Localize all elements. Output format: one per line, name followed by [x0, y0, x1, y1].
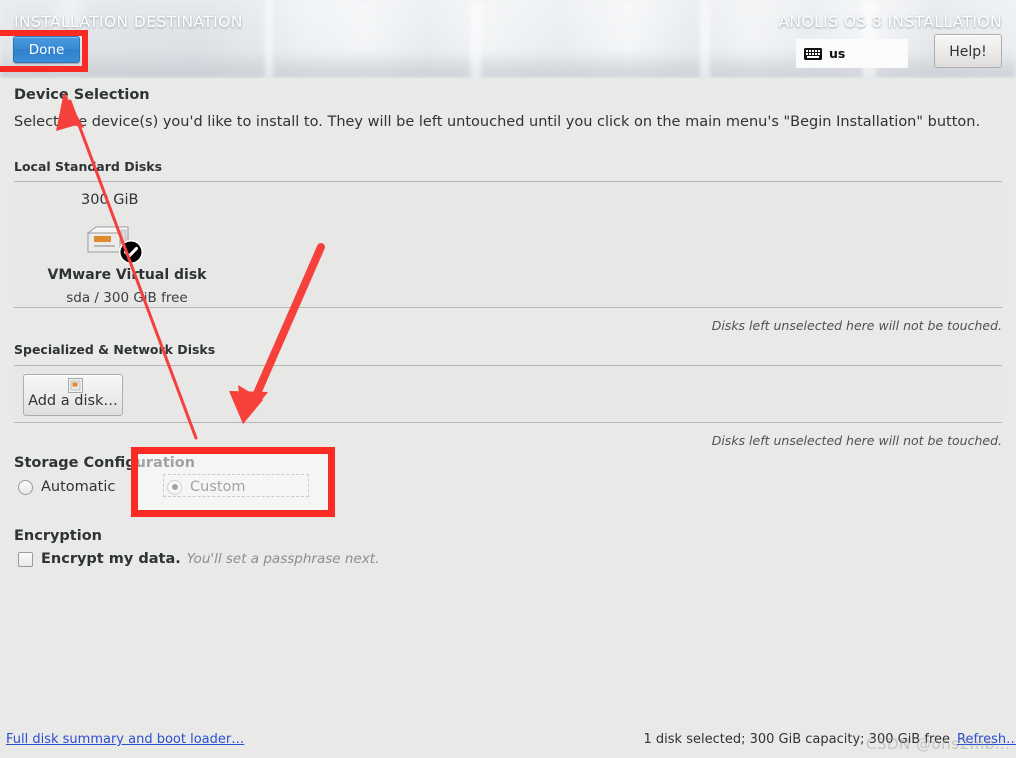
keyboard-layout-indicator[interactable]: us — [796, 39, 908, 68]
disk-name: VMware Virtual disk — [47, 267, 207, 283]
header-streak — [470, 0, 482, 78]
specialized-disks-note: Disks left unselected here will not be t… — [711, 433, 1002, 448]
installer-header: INSTALLATION DESTINATION ANOLIS OS 8 INS… — [0, 0, 1016, 78]
refresh-link[interactable]: Refresh… — [957, 732, 1016, 747]
encrypt-my-data-checkbox[interactable] — [18, 551, 33, 567]
disk-status-text: 1 disk selected; 300 GiB capacity; 300 G… — [643, 732, 950, 747]
device-selection-heading: Device Selection — [14, 87, 150, 103]
specialized-disks-label: Specialized & Network Disks — [14, 342, 216, 357]
local-disks-label: Local Standard Disks — [14, 159, 163, 174]
local-disks-note: Disks left unselected here will not be t… — [711, 318, 1002, 333]
main-content: Device Selection Select the device(s) yo… — [0, 78, 1016, 720]
header-streak — [700, 0, 710, 78]
radio-automatic[interactable]: Automatic — [18, 479, 115, 495]
radio-custom-indicator — [167, 479, 182, 495]
help-button[interactable]: Help! — [934, 34, 1002, 68]
radio-automatic-label: Automatic — [41, 479, 116, 495]
radio-custom[interactable]: Custom — [167, 479, 246, 495]
encryption-heading: Encryption — [14, 528, 102, 544]
encrypt-my-data-hint: You'll set a passphrase next. — [186, 551, 380, 567]
disk-subtitle: sda / 300 GiB free — [66, 290, 188, 306]
disk-capacity: 300 GiB — [81, 192, 139, 208]
full-disk-summary-link[interactable]: Full disk summary and boot loader… — [6, 732, 244, 747]
local-disks-list[interactable]: 300 GiB VMware Virtual disk sda / 300 Gi… — [14, 181, 1002, 308]
keyboard-icon — [804, 47, 822, 60]
add-disk-label: Add a disk… — [28, 393, 118, 409]
device-selection-description: Select the device(s) you'd like to insta… — [14, 114, 981, 130]
encrypt-my-data-row[interactable]: Encrypt my data. You'll set a passphrase… — [18, 551, 379, 567]
keyboard-layout-label: us — [829, 46, 846, 61]
footer-bar: Full disk summary and boot loader… 1 dis… — [0, 720, 1016, 758]
add-disk-icon — [68, 378, 83, 393]
disk-tile-sda[interactable]: 300 GiB VMware Virtual disk sda / 300 Gi… — [24, 182, 210, 309]
specialized-disks-list: Add a disk… — [14, 365, 1002, 423]
storage-configuration-heading: Storage Configuration — [14, 455, 196, 471]
page-title: INSTALLATION DESTINATION — [14, 13, 243, 31]
encrypt-my-data-label: Encrypt my data. — [41, 551, 181, 567]
product-title: ANOLIS OS 8 INSTALLATION — [778, 13, 1002, 31]
header-streak — [265, 0, 273, 78]
checkmark-badge-icon — [118, 239, 144, 265]
radio-automatic-indicator — [18, 479, 33, 495]
radio-custom-label: Custom — [190, 479, 246, 495]
done-button[interactable]: Done — [13, 36, 80, 63]
add-disk-button[interactable]: Add a disk… — [23, 374, 123, 416]
